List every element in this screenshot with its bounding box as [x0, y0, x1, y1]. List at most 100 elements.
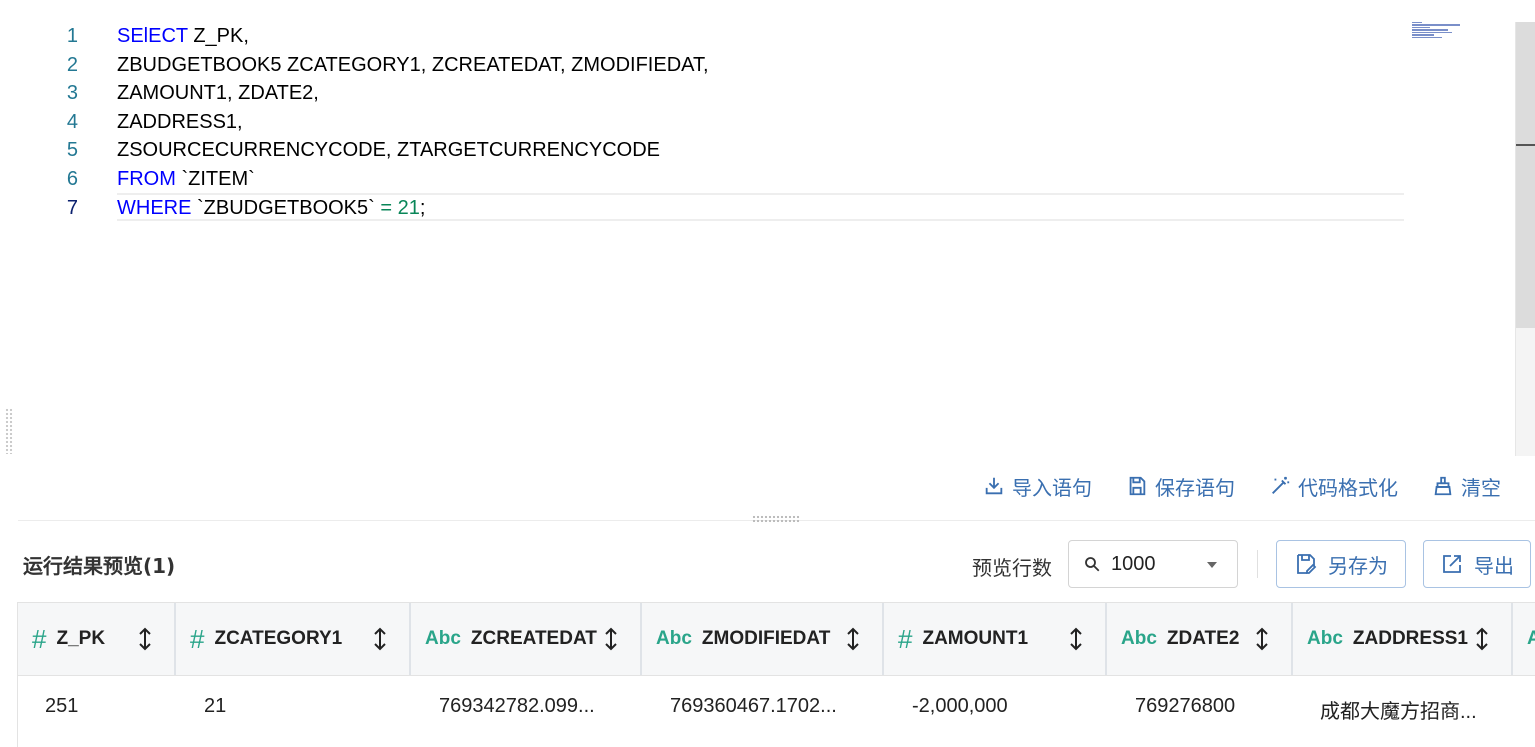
table-cell[interactable]: 769360467.1702...	[670, 695, 837, 718]
code-line[interactable]: 3 ZAMOUNT1, ZDATE2,	[0, 79, 1400, 107]
results-title: 运行结果预览(1)	[23, 554, 176, 578]
line-number: 3	[66, 82, 78, 105]
save-as-icon	[1297, 554, 1317, 574]
code-line[interactable]: 6 FROM `ZITEM`	[0, 165, 1400, 193]
toolbar-separator	[1257, 550, 1258, 578]
code-text[interactable]: SElECT Z_PK,	[117, 22, 249, 50]
save-as-label: 另存为	[1328, 553, 1388, 578]
scrollbar-thumb[interactable]	[1516, 22, 1535, 328]
table-cell[interactable]: 769276800	[1135, 695, 1235, 718]
sql-token: ZADDRESS1,	[117, 110, 243, 133]
column-name: ZADDRESS1	[1352, 628, 1468, 649]
format-code-label: 代码格式化	[1298, 475, 1398, 500]
panel-split-handle[interactable]	[752, 515, 800, 524]
sql-token: ;	[419, 196, 426, 219]
column-name: ZCREATEDAT	[470, 628, 597, 649]
column-name: Z_PK	[56, 628, 106, 649]
scrollbar-cursor-marker	[1516, 144, 1535, 146]
line-number: 7	[66, 196, 78, 219]
number-type-icon: #	[898, 623, 913, 654]
import-icon	[985, 477, 1003, 495]
column-header[interactable]: Abc ZMODIFIEDAT	[642, 603, 884, 675]
code-text[interactable]: ZSOURCECURRENCYCODE, ZTARGETCURRENCYCODE	[117, 136, 660, 164]
code-line[interactable]: 4 ZADDRESS1,	[0, 108, 1400, 136]
table-cell[interactable]: 251	[45, 695, 78, 718]
table-header: # Z_PK # ZCATEGORY1 Abc ZCREATEDAT Abc ZMODIFIE…	[18, 603, 1535, 676]
table-cell[interactable]: 21	[204, 695, 226, 718]
sql-editor[interactable]: 1 SElECT Z_PK, 2 ZBUDGETBOOK5 ZCATEGORY1, Z…	[0, 0, 1535, 460]
results-table: # Z_PK # ZCATEGORY1 Abc ZCREATEDAT Abc ZMODIFIE…	[17, 602, 1535, 747]
export-button[interactable]: 导出	[1423, 540, 1531, 588]
sql-keyword: FROM	[117, 168, 176, 190]
sql-number: = 21	[380, 196, 420, 219]
sql-token: ZSOURCECURRENCYCODE, ZTARGETCURRENCYCODE	[117, 139, 660, 162]
code-text[interactable]: ZADDRESS1,	[117, 108, 243, 136]
sort-icon[interactable]	[846, 627, 860, 651]
line-number: 5	[66, 139, 78, 162]
number-type-icon: #	[32, 623, 47, 654]
preview-rows-select[interactable]: 1000	[1068, 540, 1238, 588]
save-statement-button[interactable]: 保存语句	[1126, 472, 1235, 501]
sql-token: `ZBUDGETBOOK5`	[191, 196, 381, 219]
clear-label: 清空	[1461, 475, 1501, 500]
line-number: 6	[66, 168, 78, 190]
export-icon	[1443, 555, 1461, 573]
text-type-icon: Abc	[1307, 628, 1343, 649]
table-cell[interactable]: 769342782.099...	[439, 695, 595, 718]
preview-rows-label: 预览行数	[972, 556, 1052, 580]
column-name: ZCATEGORY1	[214, 628, 343, 649]
number-type-icon: #	[190, 623, 205, 654]
sql-token: ZAMOUNT1, ZDATE2,	[117, 82, 319, 105]
sort-icon[interactable]	[604, 627, 618, 651]
text-type-icon: Abc	[656, 628, 692, 649]
column-name: ZDATE2	[1166, 628, 1240, 649]
text-type-icon: Abc	[425, 628, 461, 649]
import-statement-button[interactable]: 导入语句	[983, 472, 1092, 501]
sort-icon[interactable]	[373, 627, 387, 651]
line-number: 1	[66, 25, 78, 47]
column-name: ZAMOUNT1	[922, 628, 1029, 649]
chevron-down-icon	[1207, 562, 1217, 568]
clear-button[interactable]: 清空	[1432, 472, 1501, 501]
broom-icon	[1434, 476, 1452, 496]
format-code-button[interactable]: 代码格式化	[1269, 472, 1398, 501]
editor-scrollbar[interactable]	[1515, 22, 1535, 456]
save-as-button[interactable]: 另存为	[1276, 540, 1406, 588]
code-line[interactable]: 2 ZBUDGETBOOK5 ZCATEGORY1, ZCREATEDAT, ZM…	[0, 51, 1400, 79]
table-cell[interactable]: 成都大魔方招商...	[1320, 695, 1477, 724]
panel-resize-handle[interactable]	[5, 408, 13, 454]
minimap[interactable]	[1412, 22, 1462, 39]
code-text[interactable]: FROM `ZITEM`	[117, 165, 255, 193]
code-line[interactable]: 1 SElECT Z_PK,	[0, 22, 1400, 50]
line-number: 2	[66, 53, 78, 76]
code-line[interactable]: 5 ZSOURCECURRENCYCODE, ZTARGETCURRENCYCOD…	[0, 136, 1400, 164]
column-header[interactable]: # ZCATEGORY1	[176, 603, 411, 675]
magic-wand-icon	[1272, 476, 1290, 494]
save-statement-label: 保存语句	[1155, 475, 1235, 500]
sql-token: ZBUDGETBOOK5 ZCATEGORY1, ZCREATEDAT, ZMO…	[117, 53, 709, 76]
column-name: ZMODIFIEDAT	[701, 628, 831, 649]
line-number: 4	[66, 110, 78, 133]
code-line[interactable]: 7 WHERE `ZBUDGETBOOK5` = 21;	[0, 194, 1400, 222]
column-header[interactable]: Abc ZCREATEDAT	[411, 603, 642, 675]
code-text[interactable]: WHERE `ZBUDGETBOOK5` = 21;	[117, 194, 425, 222]
sort-icon[interactable]	[1069, 627, 1083, 651]
code-text[interactable]: ZAMOUNT1, ZDATE2,	[117, 79, 319, 107]
sql-token: Z_PK,	[187, 25, 249, 47]
preview-rows-value: 1000	[1111, 552, 1156, 575]
column-header[interactable]: Abc ZADDRESS1	[1293, 603, 1513, 675]
text-type-icon: A	[1527, 628, 1535, 650]
sort-icon[interactable]	[138, 627, 152, 651]
text-type-icon: Abc	[1121, 628, 1157, 649]
column-header[interactable]: # Z_PK	[18, 603, 176, 675]
table-cell[interactable]: -2,000,000	[912, 695, 1008, 718]
code-text[interactable]: ZBUDGETBOOK5 ZCATEGORY1, ZCREATEDAT, ZMO…	[117, 51, 709, 79]
import-statement-label: 导入语句	[1012, 475, 1092, 500]
sort-icon[interactable]	[1475, 627, 1489, 651]
sort-icon[interactable]	[1255, 627, 1269, 651]
search-icon	[1085, 557, 1100, 572]
column-header[interactable]: A	[1513, 603, 1535, 675]
column-header[interactable]: # ZAMOUNT1	[884, 603, 1107, 675]
column-header[interactable]: Abc ZDATE2	[1107, 603, 1293, 675]
save-icon	[1129, 476, 1146, 496]
